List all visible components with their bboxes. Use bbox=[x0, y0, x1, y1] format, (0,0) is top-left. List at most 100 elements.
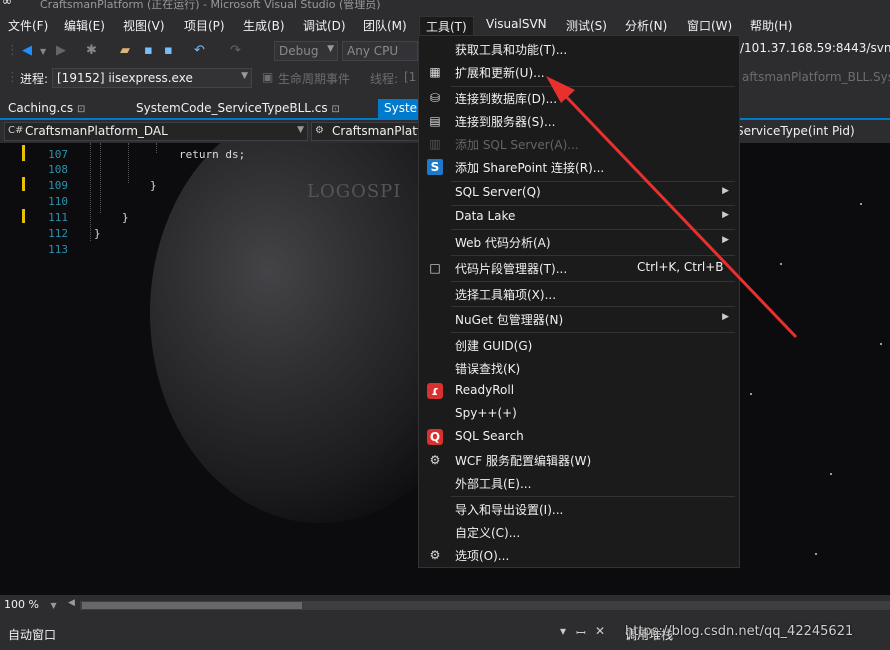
scrollbar-thumb[interactable] bbox=[82, 602, 302, 609]
menu-separator bbox=[451, 281, 735, 282]
line-number: 111 bbox=[48, 211, 68, 224]
menu-item-external-tools[interactable]: 外部工具(E)... bbox=[419, 472, 739, 494]
menu-tools[interactable]: 工具(T) bbox=[419, 16, 474, 37]
logo-watermark: LOGOSPI bbox=[307, 181, 402, 202]
thread-value[interactable]: [1 bbox=[404, 70, 416, 84]
menu-item-web-code-analysis[interactable]: Web 代码分析(A) ▶ bbox=[419, 231, 739, 253]
menu-item-readyroll[interactable]: ɾ ReadyRoll bbox=[419, 380, 739, 402]
star bbox=[830, 473, 832, 475]
menu-debug[interactable]: 调试(D) bbox=[297, 16, 352, 35]
menu-item-customize[interactable]: 自定义(C)... bbox=[419, 521, 739, 543]
zoom-value: 100 % bbox=[4, 598, 39, 611]
menu-item-options[interactable]: ⚙ 选项(O)... bbox=[419, 544, 739, 566]
menu-item-snippet-manager[interactable]: □ 代码片段管理器(T)... Ctrl+K, Ctrl+B bbox=[419, 257, 739, 279]
menu-item-label: 创建 GUID(G) bbox=[455, 339, 533, 353]
code-line-111: } bbox=[122, 211, 129, 224]
panel-dropdown-icon[interactable]: ▾ bbox=[560, 624, 566, 638]
menu-team[interactable]: 团队(M) bbox=[357, 16, 413, 35]
menu-item-label: 添加 SQL Server(A)... bbox=[455, 138, 579, 152]
class-combo[interactable]: ⚙ CraftsmanPlatfo bbox=[311, 122, 419, 141]
menu-item-label: NuGet 包管理器(N) bbox=[455, 313, 564, 327]
menu-separator bbox=[451, 255, 735, 256]
menu-item-data-lake[interactable]: Data Lake ▶ bbox=[419, 206, 739, 228]
menu-build[interactable]: 生成(B) bbox=[237, 16, 291, 35]
menu-item-label: 连接到服务器(S)... bbox=[455, 115, 556, 129]
save-all-icon[interactable]: ▪ bbox=[164, 43, 173, 58]
menu-separator bbox=[451, 496, 735, 497]
window-title: CraftsmanPlatform (正在运行) - Microsoft Vis… bbox=[40, 0, 381, 11]
chevron-down-icon: ▼ bbox=[241, 71, 248, 81]
visual-studio-icon: ∞ bbox=[2, 0, 12, 8]
close-icon[interactable]: ✕ bbox=[595, 624, 605, 638]
chevron-down-icon: ▼ bbox=[297, 125, 304, 135]
menu-visualsvn[interactable]: VisualSVN bbox=[480, 16, 553, 32]
menu-item-get-tools[interactable]: 获取工具和功能(T)... bbox=[419, 38, 739, 60]
pin-icon[interactable]: ⊡ bbox=[77, 104, 85, 115]
menu-separator bbox=[451, 229, 735, 230]
sql-search-icon: Q bbox=[427, 429, 443, 445]
menu-item-connect-database[interactable]: ⛁ 连接到数据库(D)... bbox=[419, 87, 739, 109]
menu-item-create-guid[interactable]: 创建 GUID(G) bbox=[419, 334, 739, 356]
star bbox=[750, 393, 752, 395]
menu-test[interactable]: 测试(S) bbox=[560, 16, 613, 35]
pin-icon[interactable]: ⊡ bbox=[331, 104, 339, 115]
menu-edit[interactable]: 编辑(E) bbox=[58, 16, 111, 35]
process-combo[interactable]: [19152] iisexpress.exe ▼ bbox=[52, 68, 252, 88]
menu-item-label: 错误查找(K) bbox=[455, 362, 521, 376]
menu-item-add-sql-server: ▥ 添加 SQL Server(A)... bbox=[419, 133, 739, 155]
menu-item-label: Data Lake bbox=[455, 209, 516, 223]
menu-file[interactable]: 文件(F) bbox=[2, 16, 54, 35]
platform-combo[interactable]: Any CPU bbox=[342, 41, 418, 61]
menu-item-shortcut: Ctrl+K, Ctrl+B bbox=[637, 260, 724, 274]
context-combo[interactable]: aftsmanPlatform_BLL.Syste bbox=[742, 70, 890, 84]
pin-icon[interactable]: ꟷ bbox=[576, 624, 586, 641]
menu-item-choose-toolbox[interactable]: 选择工具箱项(X)... bbox=[419, 283, 739, 305]
menu-analyze[interactable]: 分析(N) bbox=[619, 16, 673, 35]
menu-item-import-export[interactable]: 导入和导出设置(I)... bbox=[419, 498, 739, 520]
forward-icon[interactable]: ▶ bbox=[56, 43, 66, 58]
database-icon: ⛁ bbox=[429, 91, 441, 105]
menu-item-connect-server[interactable]: ▤ 连接到服务器(S)... bbox=[419, 110, 739, 132]
bottom-panels: 自动窗口 ▾ ꟷ ✕ 调用堆栈 https://blog.csdn.net/qq… bbox=[0, 619, 890, 650]
tab-servicetype-bll[interactable]: SystemCode_ServiceTypeBLL.cs ⊡ bbox=[130, 99, 346, 119]
new-item-icon[interactable]: ✱ bbox=[86, 43, 97, 58]
menu-window[interactable]: 窗口(W) bbox=[681, 16, 738, 35]
menu-item-extensions[interactable]: ▦ 扩展和更新(U)... bbox=[419, 61, 739, 83]
redo-icon[interactable]: ↷ bbox=[230, 43, 241, 58]
readyroll-icon: ɾ bbox=[427, 383, 443, 399]
undo-icon[interactable]: ↶ bbox=[194, 43, 205, 58]
menu-item-sql-server[interactable]: SQL Server(Q) ▶ bbox=[419, 182, 739, 204]
lifecycle-events[interactable]: 生命周期事件 bbox=[278, 70, 350, 87]
config-value: Debug bbox=[279, 44, 319, 58]
horizontal-scrollbar[interactable]: ◀ bbox=[68, 598, 890, 610]
menu-item-add-sharepoint[interactable]: S 添加 SharePoint 连接(R)... bbox=[419, 156, 739, 178]
zoom-combo[interactable]: 100 % ▼ bbox=[4, 598, 57, 611]
menu-item-wcf-config[interactable]: ⚙ WCF 服务配置编辑器(W) bbox=[419, 449, 739, 471]
submenu-arrow-icon: ▶ bbox=[722, 210, 729, 220]
menu-item-sql-search[interactable]: Q SQL Search bbox=[419, 426, 739, 448]
tab-caching[interactable]: Caching.cs ⊡ bbox=[2, 99, 91, 119]
tab-label: System bbox=[384, 101, 420, 115]
autos-panel-title: 自动窗口 bbox=[8, 628, 57, 642]
scroll-left-icon[interactable]: ◀ bbox=[68, 598, 75, 608]
back-dropdown-icon[interactable]: ▼ bbox=[40, 47, 46, 56]
open-folder-icon[interactable]: ▰ bbox=[120, 43, 130, 58]
class-icon: ⚙ bbox=[315, 125, 324, 136]
tab-system-active[interactable]: System bbox=[378, 99, 420, 119]
config-combo[interactable]: Debug ▼ bbox=[274, 41, 338, 61]
line-number: 112 bbox=[48, 227, 68, 240]
menu-item-nuget[interactable]: NuGet 包管理器(N) ▶ bbox=[419, 308, 739, 330]
menu-item-spy[interactable]: Spy++(+) bbox=[419, 403, 739, 425]
chevron-down-icon: ▼ bbox=[50, 601, 57, 610]
submenu-arrow-icon: ▶ bbox=[722, 186, 729, 196]
back-icon[interactable]: ◀ bbox=[22, 43, 32, 58]
change-marker bbox=[22, 145, 25, 161]
change-marker bbox=[22, 177, 25, 191]
menu-item-error-lookup[interactable]: 错误查找(K) bbox=[419, 357, 739, 379]
save-icon[interactable]: ▪ bbox=[144, 43, 153, 58]
menu-project[interactable]: 项目(P) bbox=[178, 16, 231, 35]
menu-view[interactable]: 视图(V) bbox=[117, 16, 171, 35]
member-combo[interactable]: ServiceType(int Pid) bbox=[736, 124, 855, 138]
project-combo[interactable]: C# CraftsmanPlatform_DAL ▼ bbox=[4, 122, 308, 141]
menu-help[interactable]: 帮助(H) bbox=[744, 16, 798, 35]
